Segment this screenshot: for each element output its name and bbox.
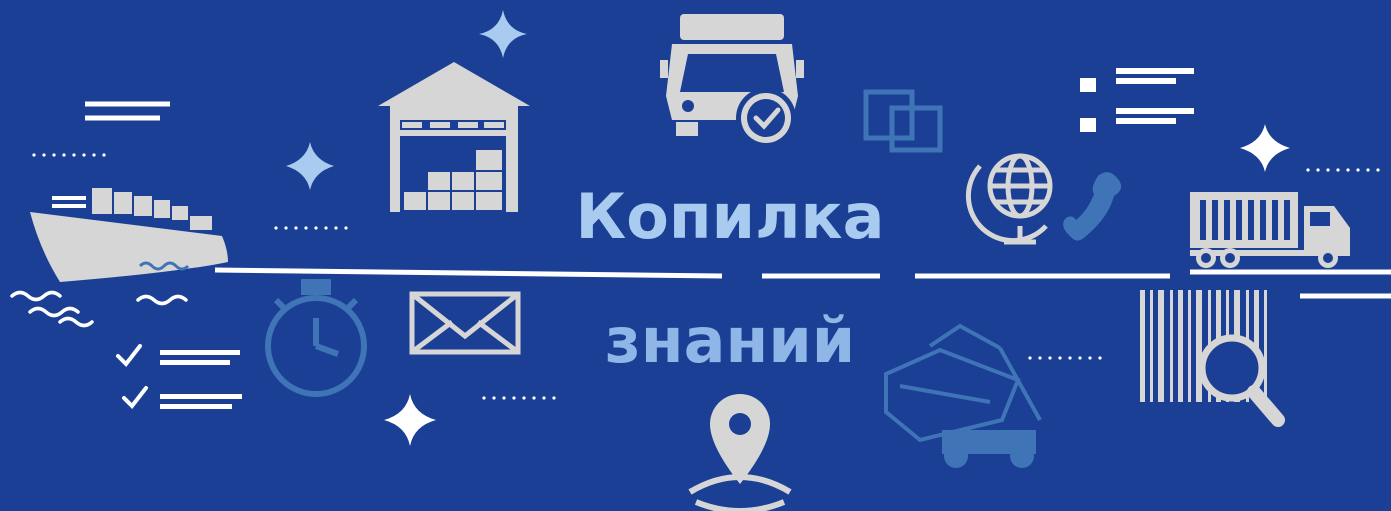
location-pin-icon: [688, 394, 792, 511]
title-line-1: Копилка: [575, 180, 885, 253]
stopwatch-icon: [265, 279, 367, 397]
title-line-2: знаний: [604, 304, 856, 377]
copy-squares-icon: [863, 89, 943, 153]
cargo-ship-icon: [30, 188, 228, 282]
globe-icon: [965, 153, 1053, 245]
dots-1: [32, 153, 106, 157]
barcode-search-icon: [1140, 290, 1285, 427]
envelope-icon: [409, 291, 521, 355]
waves-icon: [10, 290, 188, 328]
sparkle-icon: [384, 124, 1290, 446]
checkmark-list-lines: [160, 350, 242, 409]
knowledge-bank-banner: Копилка знаний: [0, 0, 1391, 511]
phone-icon: [1063, 172, 1122, 241]
dots-5: [1306, 168, 1380, 172]
warehouse-icon: [378, 62, 530, 212]
container-truck-icon: [1190, 192, 1350, 268]
dots-4: [1028, 356, 1102, 360]
delivery-truck-icon: [660, 14, 804, 148]
dots-3: [482, 396, 556, 400]
dots-2: [274, 226, 348, 230]
checkmark-list-icon: [116, 344, 148, 410]
logistics-illustration: [10, 10, 1391, 511]
checklist-icon: [1080, 68, 1194, 132]
